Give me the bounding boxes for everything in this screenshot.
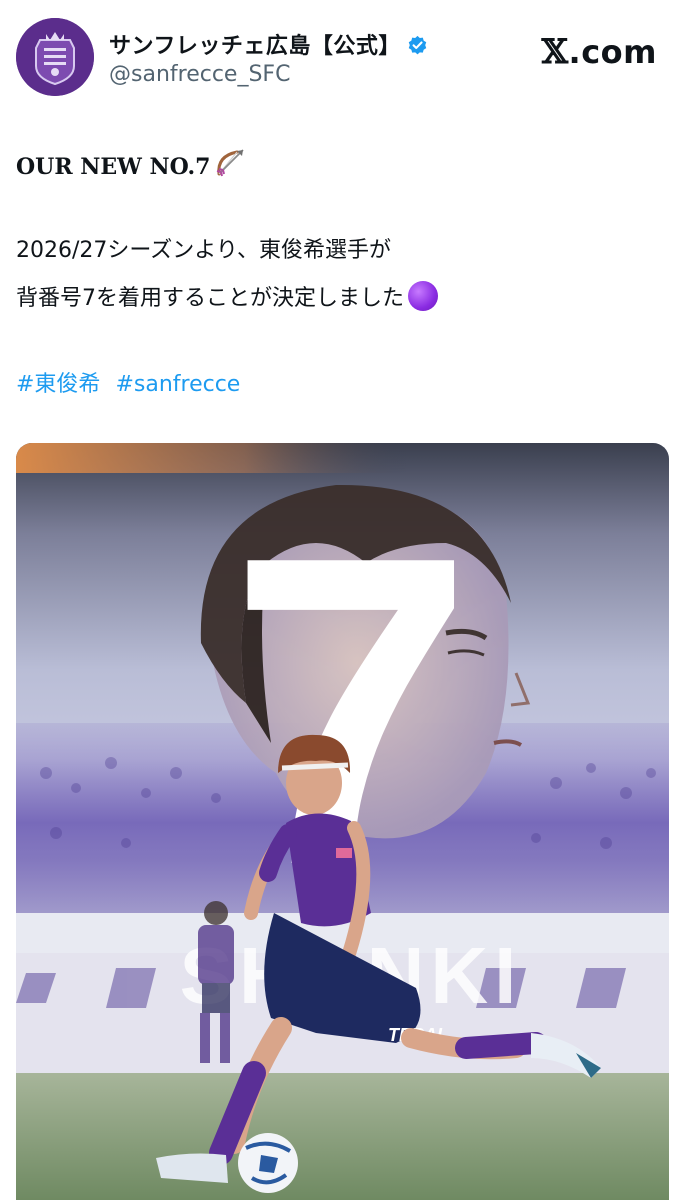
hashtags: #東俊希 #sanfrecce [16,366,248,398]
hashtag-link-1[interactable]: #東俊希 [16,372,100,397]
hashtag-link-2[interactable]: #sanfrecce [115,372,240,397]
post-headline: OUR NEW NO.7 [16,146,247,186]
post-media-image[interactable]: 7 SHUNKI TERAL [16,443,669,1200]
club-crest-icon [16,18,94,96]
purple-circle-icon [408,281,438,311]
body-line-2-text: 背番号7を着用することが決定しました [16,286,404,311]
post-body-line-1: 2026/27シーズンより、東俊希選手が [16,238,391,263]
x-logo-icon: 𝕏 [541,32,569,72]
x-brand-logo: 𝕏.com [542,32,657,72]
post-body-line-2: 背番号7を着用することが決定しました [16,280,438,312]
post-header: サンフレッチェ広島【公式】 @sanfrecce_SFC 𝕏.com [16,18,671,98]
player-announcement-graphic: 7 SHUNKI TERAL [16,443,669,1200]
account-display-name[interactable]: サンフレッチェ広島【公式】 [109,28,428,60]
account-handle[interactable]: @sanfrecce_SFC [109,62,290,87]
bow-and-arrow-icon [213,146,247,186]
verified-badge-icon [408,35,427,55]
avatar[interactable] [16,18,94,96]
brand-suffix: .com [568,33,657,71]
headline-text: OUR NEW NO.7 [16,154,211,180]
display-name-text: サンフレッチェ広島【公式】 [109,34,401,59]
